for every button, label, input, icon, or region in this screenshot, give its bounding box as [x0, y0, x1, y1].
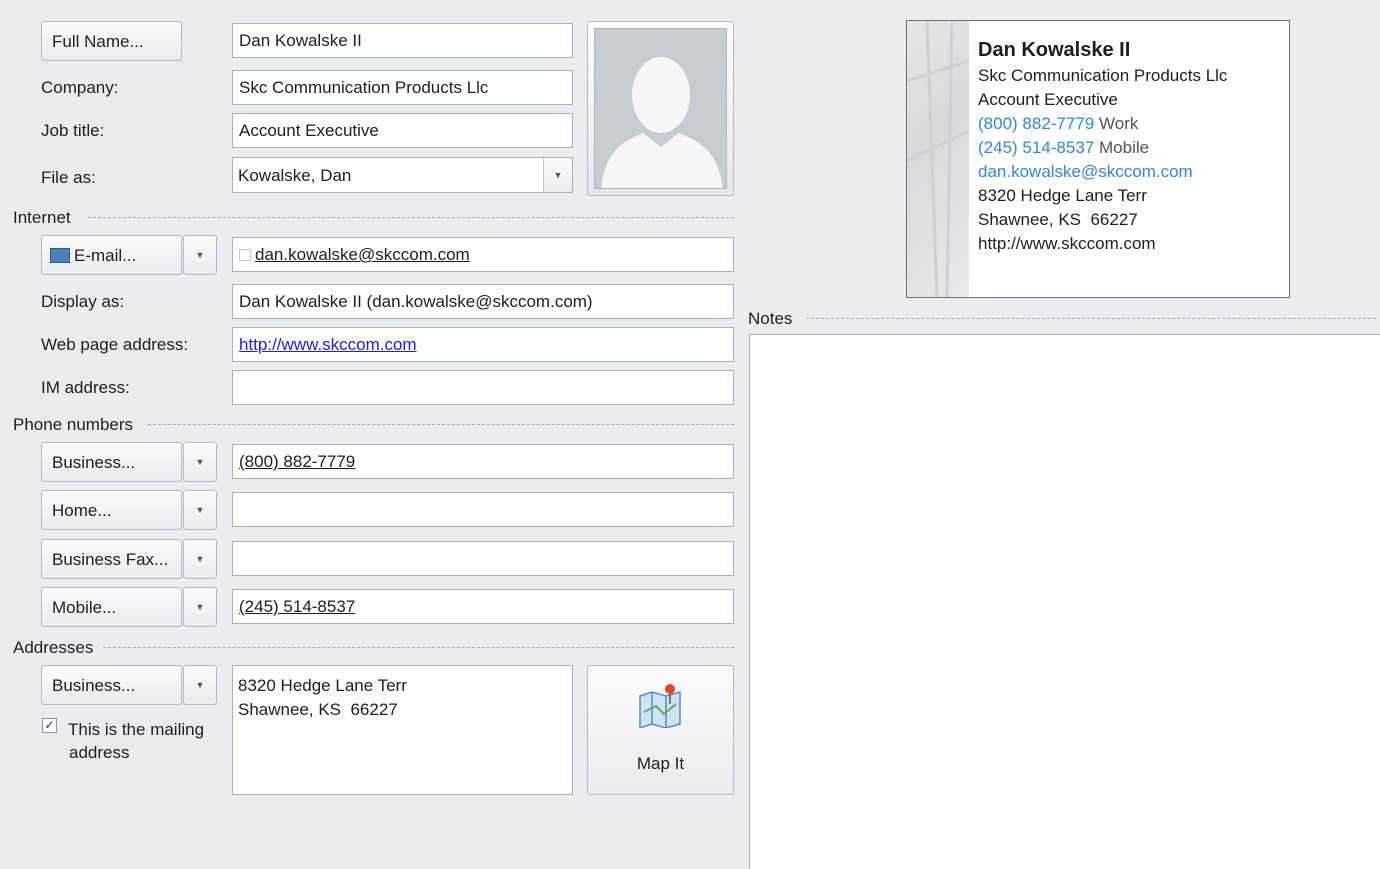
job-title-field[interactable]: Account Executive — [232, 113, 573, 148]
mobile-phone-value[interactable]: (245) 514-8537 — [239, 597, 355, 616]
business-fax-button[interactable]: Business Fax... — [41, 539, 182, 579]
email-field[interactable]: dan.kowalske@skccom.com — [232, 237, 734, 272]
contact-photo-placeholder — [595, 29, 726, 188]
dropdown-arrow-icon: ▼ — [195, 680, 205, 690]
business-phone-dropdown[interactable]: ▼ — [183, 442, 217, 482]
display-as-label: Display as: — [41, 292, 125, 311]
business-card-decoration — [907, 21, 970, 297]
web-page-link[interactable]: http://www.skccom.com — [239, 335, 417, 354]
home-phone-dropdown[interactable]: ▼ — [183, 490, 217, 530]
business-phone-value[interactable]: (800) 882-7779 — [239, 452, 355, 471]
business-phone-button[interactable]: Business... — [41, 442, 182, 482]
card-phone-work-number: (800) 882-7779 — [978, 114, 1095, 133]
full-name-button[interactable]: Full Name... — [41, 21, 182, 61]
full-name-field[interactable]: Dan Kowalske II — [232, 23, 573, 58]
file-as-label: File as: — [41, 168, 96, 187]
file-as-combobox[interactable]: Kowalske, Dan ▼ — [232, 157, 573, 193]
email-button[interactable]: E-mail... — [41, 235, 182, 275]
internet-divider — [88, 217, 734, 218]
mobile-phone-dropdown[interactable]: ▼ — [183, 587, 217, 627]
phone-numbers-divider — [148, 424, 734, 425]
mailing-address-label-line1: This is the mailing — [68, 720, 205, 739]
company-field[interactable]: Skc Communication Products Llc — [232, 70, 573, 105]
company-label: Company: — [41, 78, 119, 97]
checkbox-icon — [239, 249, 251, 261]
mobile-phone-field[interactable]: (245) 514-8537 — [232, 589, 734, 624]
business-card-text: Dan Kowalske II Skc Communication Produc… — [978, 37, 1227, 256]
email-value[interactable]: dan.kowalske@skccom.com — [255, 245, 470, 264]
address-type-dropdown[interactable]: ▼ — [183, 665, 217, 705]
card-phone-work-type: Work — [1099, 114, 1139, 133]
dropdown-arrow-icon: ▼ — [195, 554, 205, 564]
card-pattern-graphic — [907, 21, 970, 297]
display-as-field[interactable]: Dan Kowalske II (dan.kowalske@skccom.com… — [232, 284, 734, 319]
checkmark-icon: ✓ — [44, 718, 55, 732]
card-web: http://www.skccom.com — [978, 234, 1156, 253]
business-fax-dropdown[interactable]: ▼ — [183, 539, 217, 579]
contact-photo[interactable] — [587, 21, 734, 196]
address-type-button[interactable]: Business... — [41, 665, 182, 705]
mailing-address-label-line2: address — [69, 743, 130, 762]
business-fax-field[interactable] — [232, 541, 734, 576]
address-line2: Shawnee, KS 66227 — [238, 700, 398, 719]
card-title: Account Executive — [978, 90, 1118, 109]
card-company: Skc Communication Products Llc — [978, 66, 1228, 85]
im-address-label: IM address: — [41, 378, 130, 397]
dropdown-arrow-icon: ▼ — [195, 250, 205, 260]
address-line1: 8320 Hedge Lane Terr — [238, 676, 407, 695]
address-book-icon — [50, 248, 70, 263]
dropdown-arrow-icon: ▼ — [195, 505, 205, 515]
home-phone-button[interactable]: Home... — [41, 490, 182, 530]
map-it-label: Map It — [636, 754, 685, 773]
web-page-field[interactable]: http://www.skccom.com — [232, 327, 734, 362]
mobile-phone-button[interactable]: Mobile... — [41, 587, 182, 627]
card-email: dan.kowalske@skccom.com — [978, 162, 1193, 181]
address-textarea[interactable]: 8320 Hedge Lane Terr Shawnee, KS 66227 — [232, 665, 573, 795]
card-phone-mobile: (245) 514-8537 Mobile — [978, 136, 1227, 160]
web-page-label: Web page address: — [41, 335, 189, 354]
mailing-address-checkbox[interactable]: ✓ — [42, 718, 57, 733]
addresses-divider — [103, 647, 734, 648]
photo-frame — [594, 28, 727, 189]
file-as-dropdown-button[interactable]: ▼ — [543, 158, 572, 192]
card-phone-mobile-type: Mobile — [1099, 138, 1150, 157]
business-phone-field[interactable]: (800) 882-7779 — [232, 444, 734, 479]
internet-section-label: Internet — [13, 208, 71, 227]
email-type-dropdown[interactable]: ▼ — [183, 235, 217, 275]
map-it-button[interactable]: Map It — [587, 665, 734, 795]
card-street: 8320 Hedge Lane Terr — [978, 186, 1147, 205]
dropdown-arrow-icon: ▼ — [195, 457, 205, 467]
notes-divider — [806, 318, 1376, 319]
notes-section-label: Notes — [748, 309, 793, 328]
phone-numbers-section-label: Phone numbers — [13, 415, 134, 434]
dropdown-arrow-icon: ▼ — [195, 602, 205, 612]
business-card[interactable]: Dan Kowalske II Skc Communication Produc… — [906, 20, 1290, 298]
file-as-value: Kowalske, Dan — [238, 166, 352, 185]
addresses-section-label: Addresses — [13, 638, 94, 657]
home-phone-field[interactable] — [232, 492, 734, 527]
map-icon — [639, 684, 681, 728]
card-name: Dan Kowalske II — [978, 39, 1131, 61]
dropdown-arrow-icon: ▼ — [553, 170, 563, 180]
email-button-label: E-mail... — [74, 246, 137, 265]
im-address-field[interactable] — [232, 370, 734, 405]
card-phone-work: (800) 882-7779 Work — [978, 112, 1227, 136]
notes-textarea[interactable] — [749, 334, 1380, 869]
card-city: Shawnee, KS 66227 — [978, 210, 1138, 229]
mailing-address-label: This is the mailing address — [68, 718, 204, 764]
job-title-label: Job title: — [41, 121, 105, 140]
card-phone-mobile-number: (245) 514-8537 — [978, 138, 1095, 157]
